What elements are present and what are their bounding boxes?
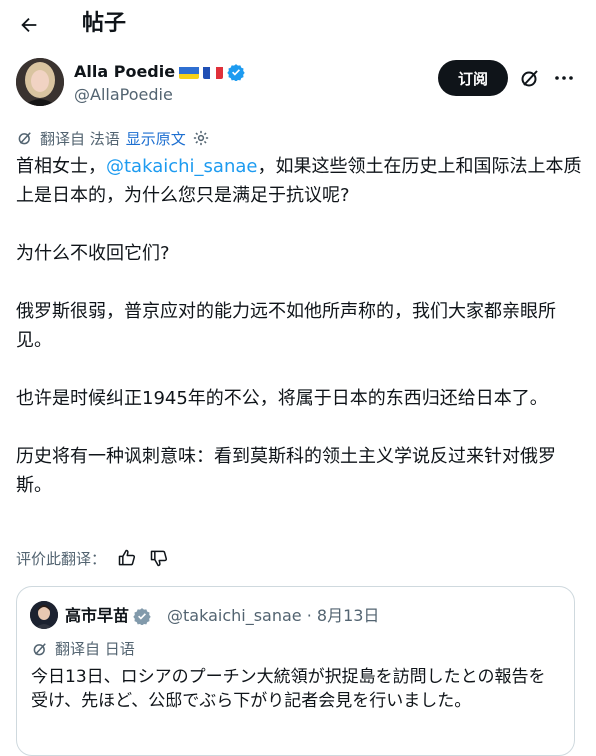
arrow-left-icon (21, 17, 37, 33)
verified-badge-icon (227, 64, 245, 81)
thumbs-down-button[interactable] (148, 547, 170, 569)
grok-icon (521, 70, 538, 87)
quoted-post-text: 今日13日、ロシアのプーチン大統領が択捉島を訪問したとの報告を受け、先ほど、公邸… (31, 667, 546, 711)
quoted-translation-info: 翻译自 日语 (31, 638, 135, 659)
page-title: 帖子 (82, 11, 127, 36)
avatar[interactable] (16, 58, 64, 106)
author-name[interactable]: Alla Poedie (74, 61, 245, 83)
post-paragraph: 也许是时候纠正1945年的不公，将属于日本的东西归还给日本了。 (16, 388, 548, 409)
show-original-link[interactable]: 显示原文 (126, 128, 186, 149)
quoted-author-name[interactable]: 高市早苗 (65, 605, 151, 627)
post-paragraph: 俄罗斯很弱，普京应对的能力远不如他所声称的，我们大家都亲眼所见。 (16, 301, 556, 351)
gear-icon[interactable] (192, 129, 210, 147)
mention-link[interactable]: @takaichi_sanae (106, 156, 257, 177)
post-paragraph: 历史将有一种讽刺意味：看到莫斯科的领土主义学说反过来针对俄罗斯。 (16, 446, 556, 496)
post-text: 首相女士，@takaichi_sanae，如果这些领土在历史上和国际法上本质上是… (16, 152, 582, 529)
author-name-text: Alla Poedie (74, 62, 176, 81)
post-author: Alla Poedie @AllaPoedie 订阅 (16, 58, 580, 110)
rate-translation: 评价此翻译： (16, 546, 170, 570)
post-paragraph: 首相女士，@takaichi_sanae，如果这些领土在历史上和国际法上本质上是… (16, 156, 582, 206)
ukraine-flag-icon (179, 65, 200, 79)
ellipsis-icon (555, 76, 573, 80)
translated-from-label: 翻译自 法语 (40, 129, 120, 148)
quoted-translated-from-label: 翻译自 日语 (55, 640, 135, 658)
quoted-avatar[interactable] (30, 601, 58, 629)
more-options-button[interactable] (552, 66, 576, 90)
grok-icon (33, 642, 46, 655)
translation-info: 翻译自 法语 显示原文 (16, 127, 210, 149)
france-flag-icon (203, 65, 224, 79)
verified-badge-icon (133, 608, 151, 625)
rate-translation-label: 评价此翻译： (16, 549, 107, 568)
quoted-handle-date: @takaichi_sanae · 8月13日 (167, 606, 380, 625)
post-paragraph: 为什么不收回它们? (16, 243, 170, 264)
thumbs-up-icon (118, 549, 136, 566)
back-button[interactable] (12, 8, 46, 42)
grok-icon (18, 132, 31, 145)
subscribe-button[interactable]: 订阅 (437, 60, 508, 96)
grok-button[interactable] (518, 66, 542, 90)
author-handle[interactable]: @AllaPoedie (74, 84, 173, 106)
thumbs-up-button[interactable] (116, 547, 138, 569)
quoted-author-name-text: 高市早苗 (65, 606, 130, 625)
thumbs-down-icon (150, 550, 168, 567)
top-bar: 帖子 (0, 0, 596, 50)
quoted-post[interactable]: 高市早苗 @takaichi_sanae · 8月13日 翻译自 日语 今日13… (16, 586, 575, 756)
